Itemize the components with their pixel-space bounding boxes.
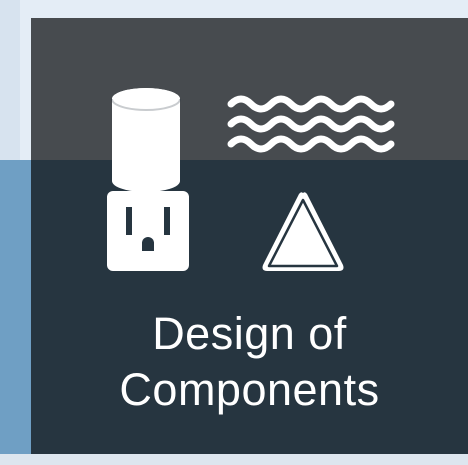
background-left-strip — [0, 0, 20, 160]
tile-title-line-1: Design of — [152, 308, 347, 359]
design-of-components-tile[interactable]: Design of Components — [31, 18, 468, 454]
tile-title: Design of Components — [31, 306, 468, 418]
waves-icon — [227, 94, 395, 154]
warning-triangle-icon — [259, 189, 347, 275]
background-bottom-strip — [0, 454, 468, 465]
cylinder-icon — [111, 87, 181, 193]
tile-title-line-2: Components — [119, 364, 380, 415]
power-outlet-icon — [107, 191, 189, 271]
